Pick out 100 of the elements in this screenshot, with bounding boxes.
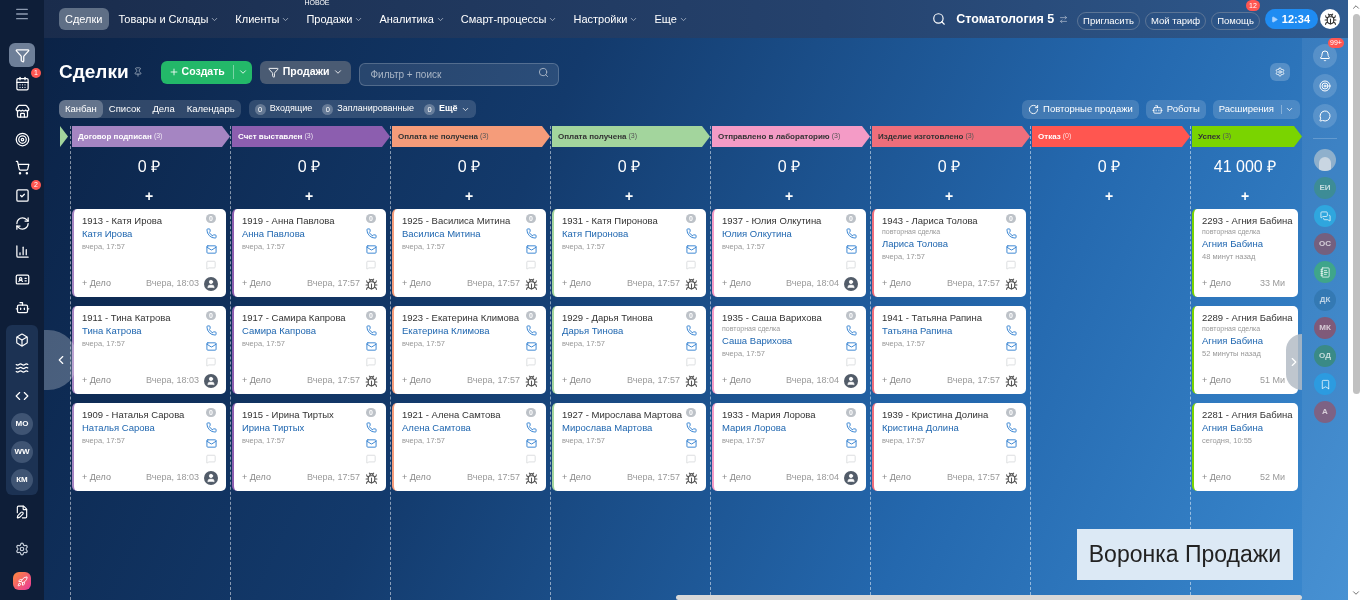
user-avatar[interactable] [1320,9,1340,29]
contact-link[interactable]: Саша Варихова [722,334,793,348]
target-button[interactable] [1313,74,1337,98]
add-task-link[interactable]: + Дело [242,374,271,388]
mail-icon[interactable] [1005,244,1017,255]
contact-link[interactable]: Наталья Сарова [82,421,155,435]
deal-title[interactable]: 2281 - Агния Бабина [1202,408,1293,421]
mail-icon[interactable] [525,438,537,449]
mail-icon[interactable] [525,244,537,255]
user-avatar[interactable]: А [1314,401,1336,423]
phone-icon[interactable] [1005,422,1017,433]
view-tab[interactable]: Дела [146,100,181,118]
contact-link[interactable]: Татьяна Рапина [882,324,953,338]
phone-icon[interactable] [205,325,217,336]
phone-icon[interactable] [685,422,697,433]
deal-title[interactable]: 2293 - Агния Бабина [1202,214,1293,227]
nav-tab[interactable]: Сделки [59,8,109,30]
user-avatar[interactable]: ОС [1314,233,1336,255]
add-task-link[interactable]: + Дело [722,471,751,485]
nav-tab[interactable]: Клиенты [229,8,297,30]
view-tab[interactable]: Список [102,100,147,118]
contact-link[interactable]: Алена Самтова [402,421,471,435]
add-task-link[interactable]: + Дело [722,374,751,388]
deal-title[interactable]: 1937 - Юлия Олкутина [722,214,822,227]
app-icon[interactable] [13,572,31,590]
user-avatar[interactable]: МО [11,413,33,435]
counter-filter[interactable]: Запланированные [337,102,414,116]
mail-icon[interactable] [845,438,857,449]
add-deal-button[interactable]: + [464,188,474,203]
phone-icon[interactable] [525,325,537,336]
mail-icon[interactable] [365,341,377,352]
add-task-link[interactable]: + Дело [242,471,271,485]
deal-title[interactable]: 1911 - Тина Катрова [82,311,171,324]
add-task-link[interactable]: + Дело [882,277,911,291]
phone-icon[interactable] [845,422,857,433]
contact-link[interactable]: Катя Пиронова [562,227,629,241]
contact-link[interactable]: Ирина Тиртых [242,421,305,435]
deal-title[interactable]: 1925 - Василиса Митина [402,214,511,227]
add-task-link[interactable]: + Дело [402,374,431,388]
add-deal-button[interactable]: + [304,188,314,203]
mail-icon[interactable] [685,438,697,449]
phone-icon[interactable] [685,228,697,239]
deal-title[interactable]: 1923 - Екатерина Климова [402,311,520,324]
add-task-link[interactable]: + Дело [562,277,591,291]
counter-filter[interactable]: Входящие [269,102,313,116]
document-icon[interactable] [15,505,29,519]
mail-icon[interactable] [845,244,857,255]
toolbar-button[interactable]: Повторные продажи [1022,99,1139,119]
nav-tab[interactable]: Товары и Склады [112,8,226,30]
deal-title[interactable]: 1943 - Лариса Толова [882,214,978,227]
phone-icon[interactable] [1005,228,1017,239]
add-task-link[interactable]: + Дело [882,374,911,388]
deal-title[interactable]: 1927 - Мирослава Мартова [562,408,682,421]
mail-icon[interactable] [525,341,537,352]
contact-link[interactable]: Тина Катрова [82,324,142,338]
code-icon[interactable] [15,389,29,403]
add-deal-button[interactable]: + [624,188,634,203]
deal-title[interactable]: 1909 - Наталья Сарова [82,408,185,421]
deal-title[interactable]: 1935 - Саша Варихова [722,311,822,324]
nav-tab[interactable]: Еще [648,8,694,30]
phone-icon[interactable] [365,422,377,433]
toolbar-button[interactable]: Расширения [1212,99,1300,119]
contact-link[interactable]: Агния Бабина [1202,237,1263,251]
settings-button[interactable] [1270,63,1290,81]
deal-title[interactable]: 1919 - Анна Павлова [242,214,335,227]
deal-title[interactable]: 2289 - Агния Бабина [1202,311,1293,324]
nav-tab[interactable]: Аналитика [373,8,451,30]
chevron-up-icon[interactable] [1351,2,1361,12]
mail-icon[interactable] [845,341,857,352]
mail-icon[interactable] [205,438,217,449]
contact-link[interactable]: Мария Лорова [722,421,786,435]
search-icon[interactable] [538,66,550,78]
mail-icon[interactable] [1005,341,1017,352]
user-avatar[interactable]: МК [1314,317,1336,339]
contact-link[interactable]: Лариса Толова [882,237,949,251]
deal-title[interactable]: 1931 - Катя Пиронова [562,214,658,227]
nav-tab[interactable]: Смарт-процессы [454,8,564,30]
add-task-link[interactable]: + Дело [402,471,431,485]
deal-title[interactable]: 1915 - Ирина Тиртых [242,408,334,421]
add-task-link[interactable]: + Дело [242,277,271,291]
add-task-link[interactable]: + Дело [82,277,111,291]
chevron-down-icon[interactable] [1351,588,1361,598]
contact-link[interactable]: Мирослава Мартова [562,421,653,435]
view-tab[interactable]: Календарь [180,100,241,118]
swap-icon[interactable] [1059,14,1069,24]
add-deal-button[interactable]: + [784,188,794,203]
phone-icon[interactable] [365,325,377,336]
contact-link[interactable]: Анна Павлова [242,227,305,241]
deal-title[interactable]: 1929 - Дарья Тинова [562,311,653,324]
add-task-link[interactable]: + Дело [1202,374,1231,388]
add-task-link[interactable]: + Дело [562,374,591,388]
scrollbar-thumb[interactable] [676,595,1302,600]
mail-icon[interactable] [1005,438,1017,449]
contact-link[interactable]: Самира Капрова [242,324,317,338]
user-avatar[interactable]: WW [11,441,33,463]
contact-link[interactable]: Екатерина Климова [402,324,490,338]
phone-icon[interactable] [845,228,857,239]
mail-icon[interactable] [205,341,217,352]
phone-icon[interactable] [1005,325,1017,336]
phone-icon[interactable] [525,422,537,433]
